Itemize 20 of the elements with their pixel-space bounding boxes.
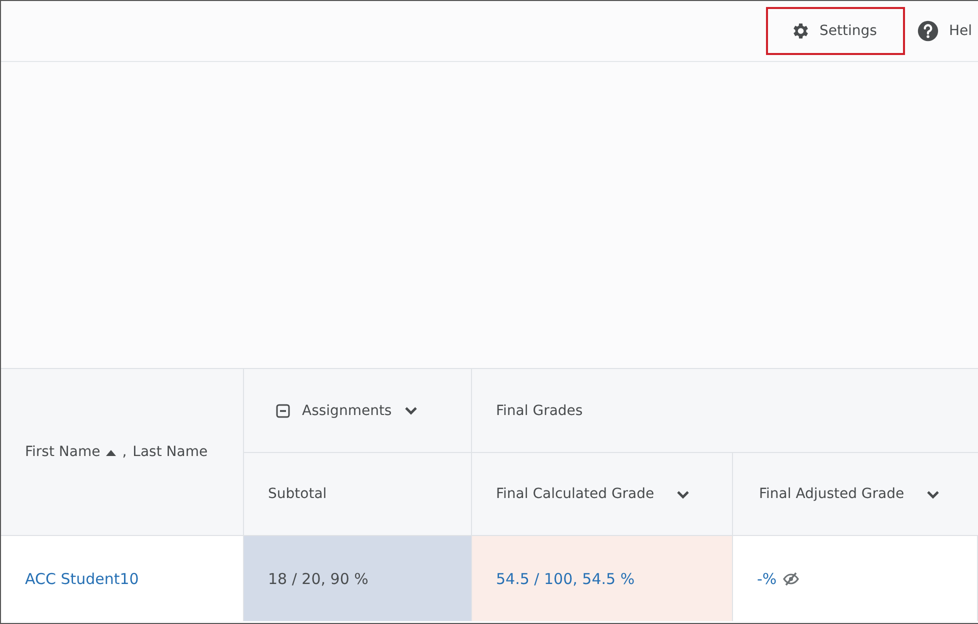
sort-up-icon[interactable] xyxy=(106,448,116,456)
column-header: Final Adjusted Grade xyxy=(759,486,904,502)
group-header: Final Grades xyxy=(496,402,583,418)
separator-text: , xyxy=(122,444,127,460)
student-name-link[interactable]: ACC Student10 xyxy=(25,570,139,588)
grade-cell: 54.5 / 100, 54.5 % xyxy=(472,536,733,621)
column-header: Subtotal xyxy=(268,486,327,502)
settings-button[interactable]: Settings xyxy=(766,7,905,55)
chevron-down-icon[interactable] xyxy=(926,490,940,498)
chevron-down-icon[interactable] xyxy=(676,490,690,498)
grade-cell: 18 / 20, 90 % xyxy=(244,536,472,621)
column-header[interactable]: First Name xyxy=(25,444,100,460)
group-header: Assignments xyxy=(302,402,392,418)
grade-cell: -% xyxy=(733,536,978,621)
help-icon xyxy=(916,20,939,42)
column-header[interactable]: Last Name xyxy=(132,444,208,460)
help-button[interactable]: Hel xyxy=(910,7,978,55)
column-header: Final Calculated Grade xyxy=(496,486,654,502)
collapse-icon[interactable] xyxy=(276,404,290,418)
chevron-down-icon[interactable] xyxy=(404,406,418,415)
